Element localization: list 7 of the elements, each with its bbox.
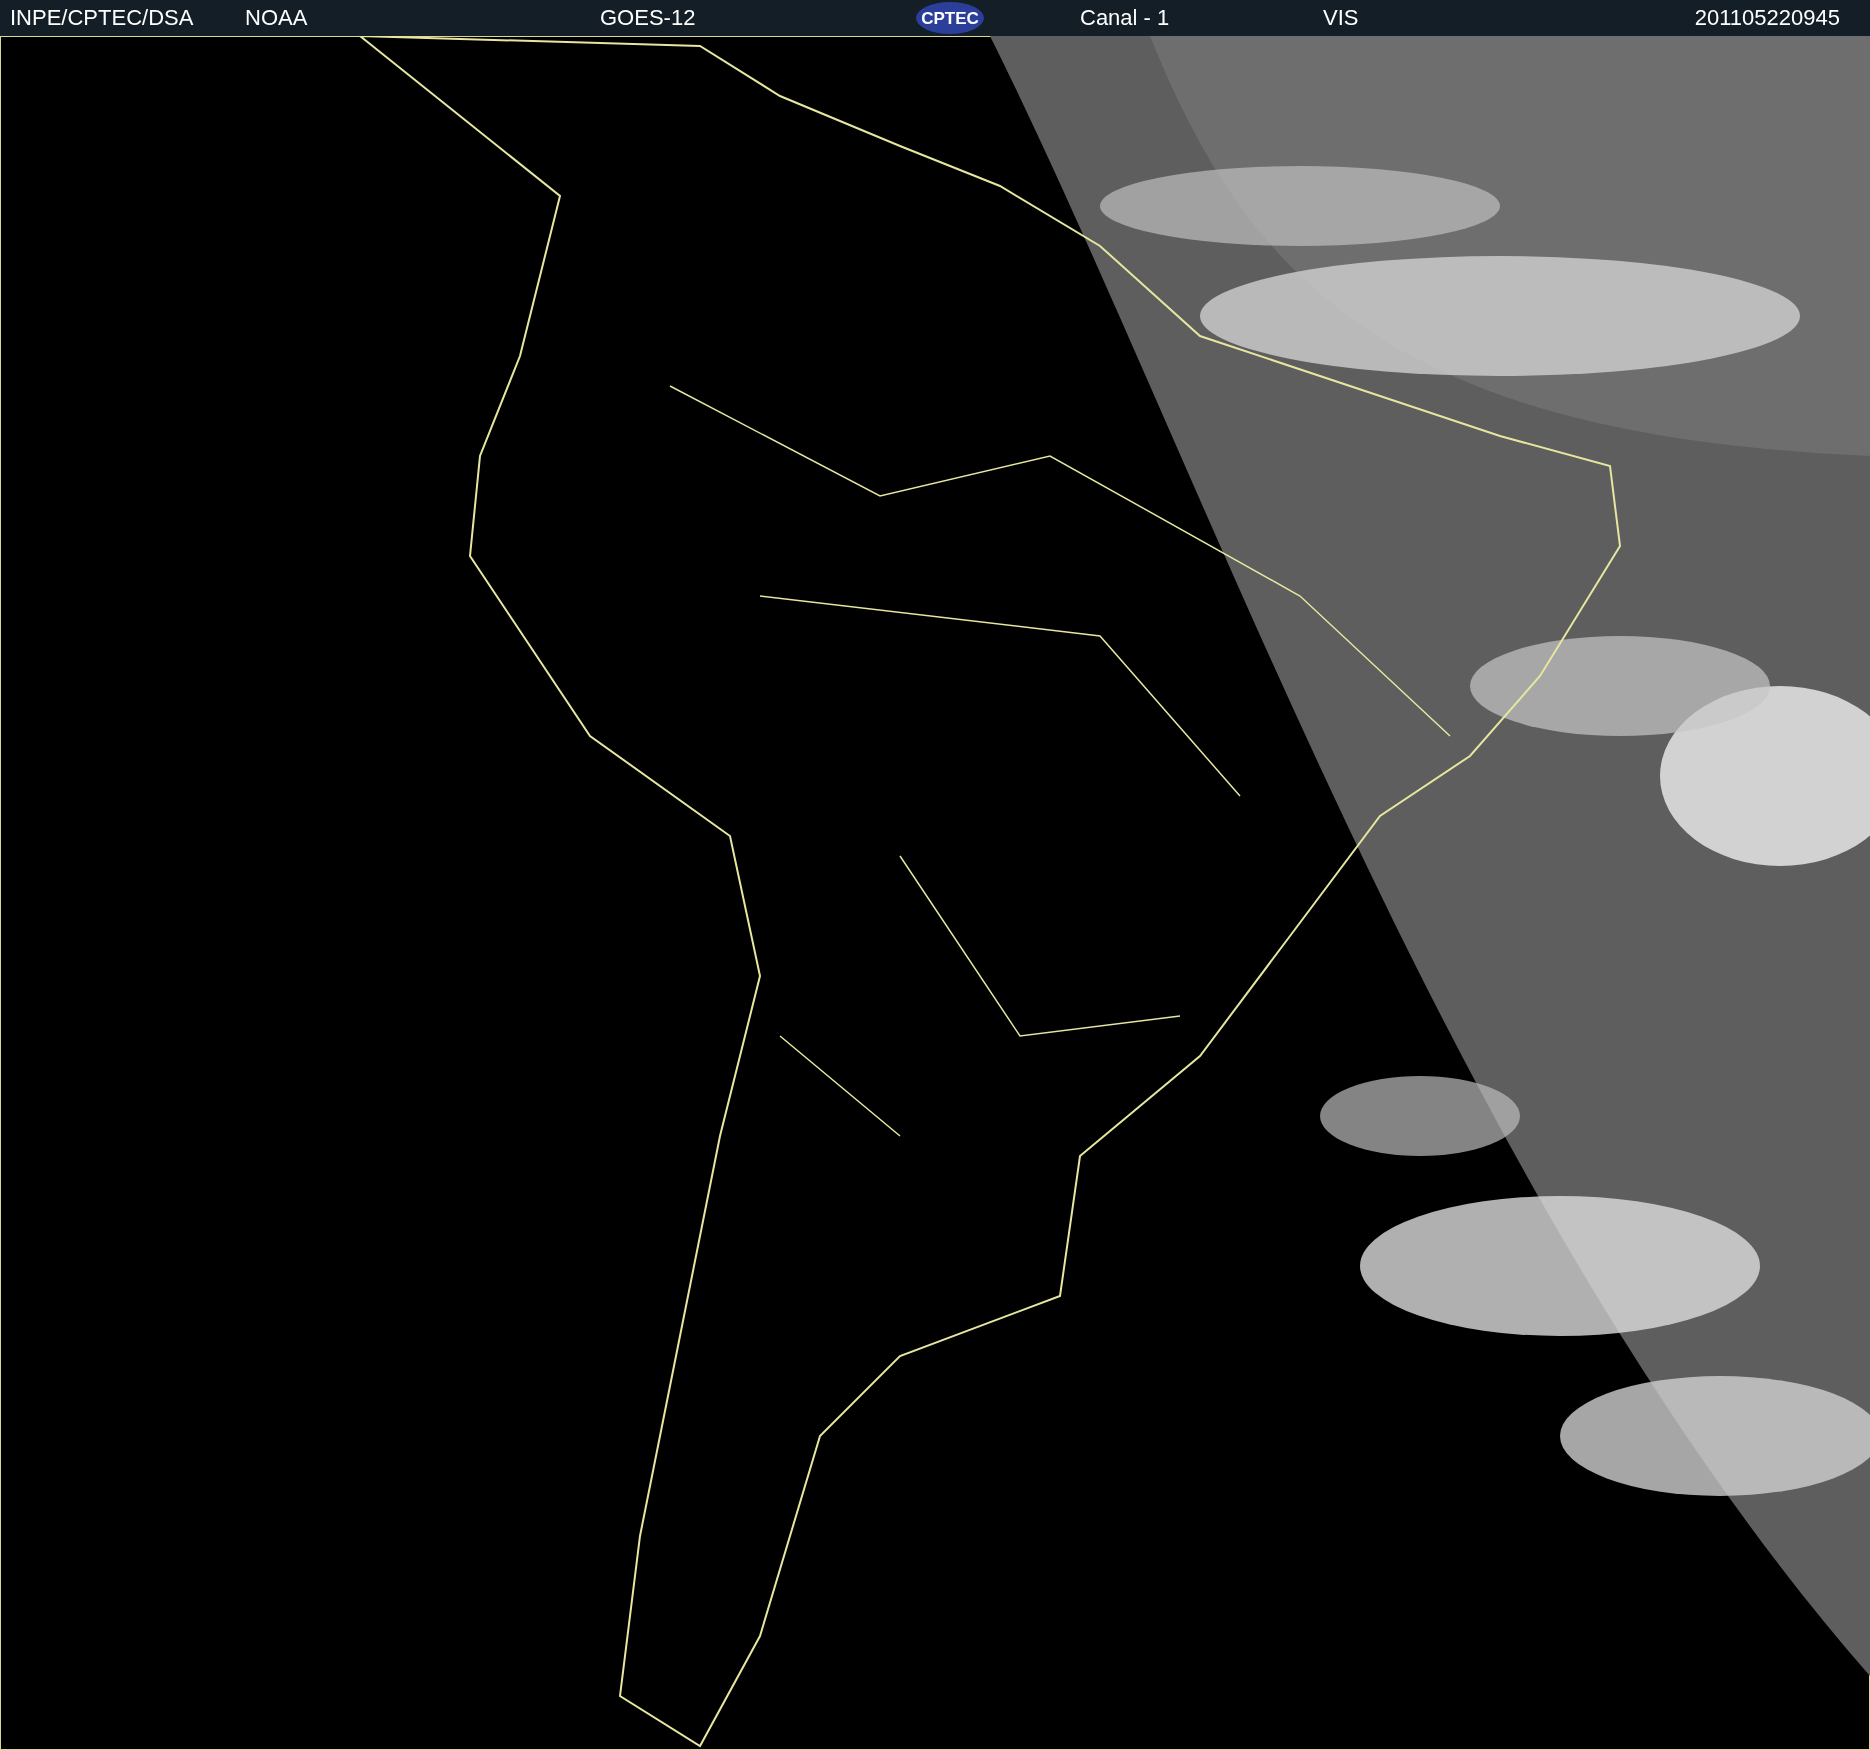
channel-label: Canal - 1 [1080, 5, 1171, 31]
timestamp-label: 201105220945 [1694, 5, 1840, 31]
agency-label: NOAA [245, 5, 309, 31]
band-label: VIS [1323, 5, 1360, 31]
logo: CPTEC [915, 1, 985, 35]
source-label: INPE/CPTEC/DSA [10, 5, 195, 31]
satellite-label: GOES-12 [600, 5, 697, 31]
